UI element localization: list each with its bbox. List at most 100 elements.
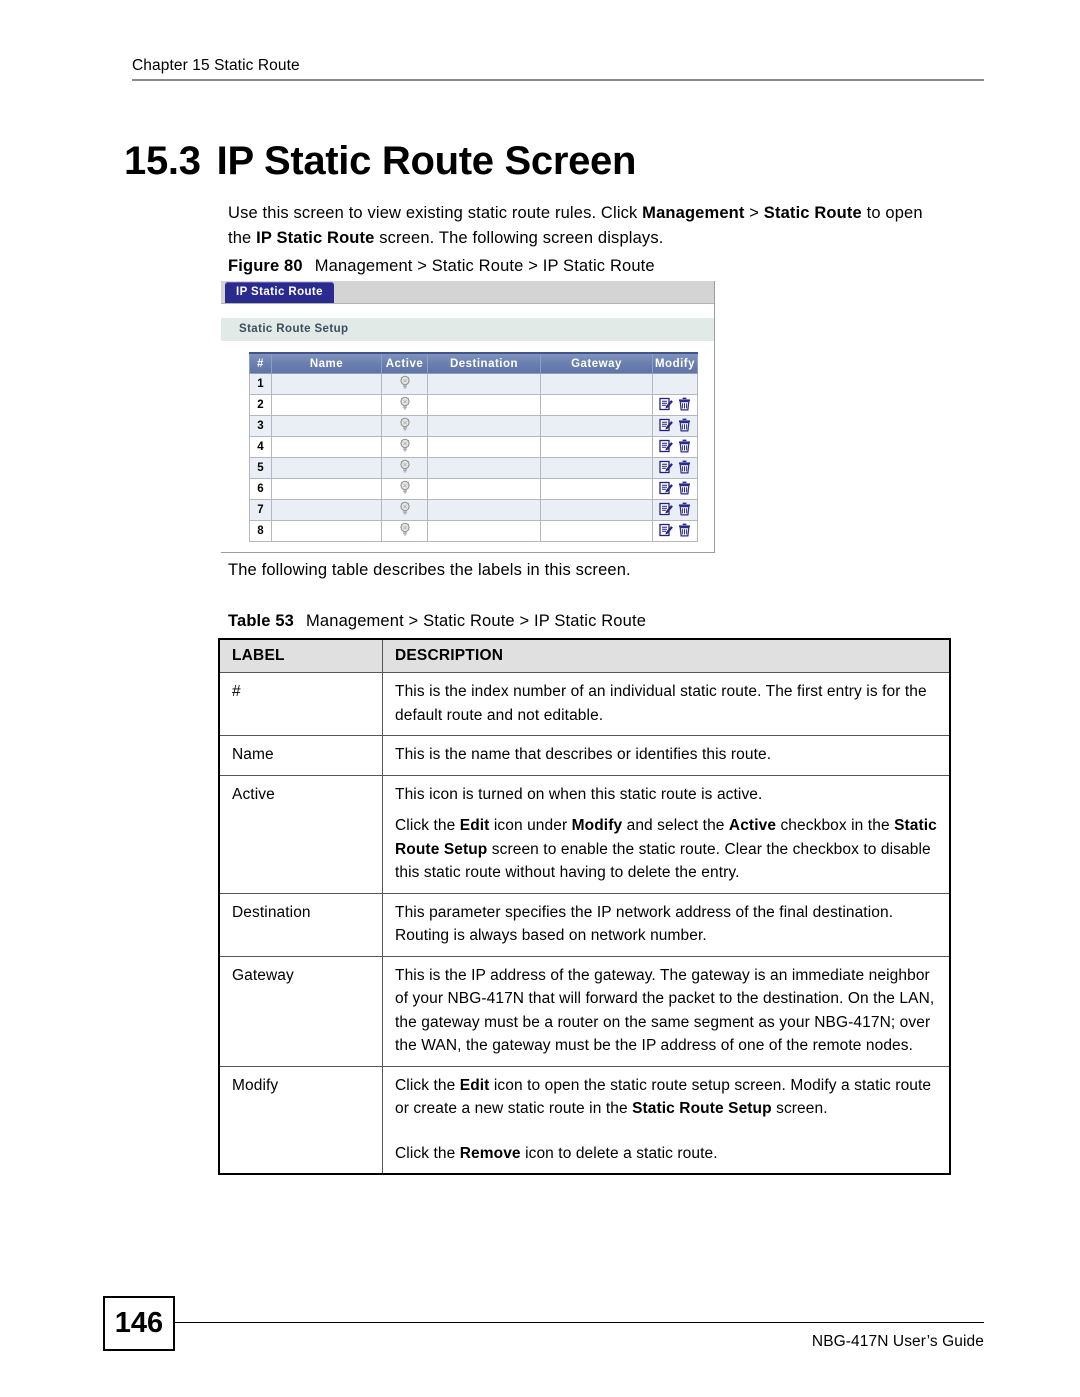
tab-ip-static-route[interactable]: IP Static Route <box>225 282 334 303</box>
edit-button[interactable] <box>659 523 673 540</box>
column-header-destination: Destination <box>427 352 541 374</box>
row-index: 1 <box>249 373 272 395</box>
row-index: 8 <box>249 520 272 542</box>
footer-guide-text: NBG-417N User’s Guide <box>811 1333 984 1350</box>
edit-icon <box>659 460 673 473</box>
table-row: 2 <box>249 394 698 416</box>
row-active-status <box>381 436 428 458</box>
row-gateway <box>540 499 653 521</box>
row-index: 4 <box>249 436 272 458</box>
row-destination <box>427 415 541 437</box>
column-header-active: Active <box>381 352 428 374</box>
lightbulb-icon <box>399 459 410 473</box>
edit-icon <box>659 523 673 536</box>
row-modify-actions <box>652 478 698 500</box>
row-index: 2 <box>249 394 272 416</box>
table-row: Destination This parameter specifies the… <box>219 892 950 956</box>
table-row: Active This icon is turned on when this … <box>219 774 950 814</box>
edit-button[interactable] <box>659 502 673 519</box>
row-label-gateway: Gateway <box>219 955 383 1066</box>
row-gateway <box>540 394 653 416</box>
row-active-status <box>381 457 428 479</box>
trash-icon <box>679 481 690 494</box>
trash-icon <box>679 460 690 473</box>
edit-button[interactable] <box>659 418 673 435</box>
footer-divider <box>175 1322 984 1323</box>
edit-icon <box>659 418 673 431</box>
bold-active: Active <box>728 817 777 834</box>
desc-header-row: LABEL DESCRIPTION <box>219 639 950 673</box>
edit-icon <box>659 439 673 452</box>
table-header-row: # Name Active Destination Gateway Modify <box>249 352 698 374</box>
txt: screen. <box>771 1100 828 1117</box>
lightbulb-icon <box>399 438 410 452</box>
remove-button[interactable] <box>678 502 691 519</box>
page-title: 15.3 IP Static Route Screen <box>124 139 636 184</box>
row-label-active: Active <box>219 774 383 814</box>
remove-button[interactable] <box>678 397 691 414</box>
txt: Click the <box>395 1144 460 1162</box>
trash-icon <box>679 418 690 431</box>
row-description-name: This is the name that describes or ident… <box>382 735 950 775</box>
row-label-name: Name <box>219 735 383 775</box>
figure-caption: Figure 80 Management > Static Route > IP … <box>228 257 655 276</box>
row-destination <box>427 499 541 521</box>
edit-button[interactable] <box>659 460 673 477</box>
edit-button[interactable] <box>659 439 673 456</box>
row-index: 6 <box>249 478 272 500</box>
row-gateway <box>540 457 653 479</box>
row-description-active: This icon is turned on when this static … <box>382 774 950 814</box>
remove-button[interactable] <box>678 439 691 456</box>
table-row: # This is the index number of an individ… <box>219 672 950 736</box>
row-name <box>271 499 382 521</box>
label-description-table: LABEL DESCRIPTION # This is the index nu… <box>218 638 951 1175</box>
table-row: Gateway This is the IP address of the ga… <box>219 955 950 1066</box>
row-gateway <box>540 436 653 458</box>
txt: Click the <box>395 817 460 834</box>
trash-icon <box>679 397 690 410</box>
row-modify-actions <box>652 373 698 395</box>
device-screenshot-panel: IP Static Route Static Route Setup # Nam… <box>221 281 715 553</box>
bold-edit: Edit <box>459 817 490 834</box>
row-index: 5 <box>249 457 272 479</box>
edit-icon <box>659 397 673 410</box>
desc-column-header-label: LABEL <box>219 639 383 673</box>
row-description-destination: This parameter specifies the IP network … <box>382 892 950 956</box>
row-name <box>271 520 382 542</box>
bold-static-route-setup: Static Route Setup <box>632 1100 772 1117</box>
edit-icon <box>659 481 673 494</box>
section-number: 15.3 <box>124 138 201 183</box>
intro-bold-management: Management <box>642 203 745 222</box>
describe-line: The following table describes the labels… <box>228 561 631 579</box>
edit-button[interactable] <box>659 397 673 414</box>
table-row: 4 <box>249 436 698 458</box>
row-destination <box>427 394 541 416</box>
row-name <box>271 415 382 437</box>
edit-button[interactable] <box>659 481 673 498</box>
intro-text-2: > <box>744 203 764 222</box>
remove-button[interactable] <box>678 523 691 540</box>
table-row: Modify Click the Edit icon to open the s… <box>219 1065 950 1174</box>
remove-button[interactable] <box>678 418 691 435</box>
row-description-gateway: This is the IP address of the gateway. T… <box>382 955 950 1066</box>
row-label-active-cont <box>219 814 383 893</box>
table-row: 7 <box>249 499 698 521</box>
row-destination <box>427 436 541 458</box>
remove-button[interactable] <box>678 460 691 477</box>
row-active-status <box>381 478 428 500</box>
row-description-index: This is the index number of an individua… <box>382 672 950 736</box>
figure-title: Management > Static Route > IP Static Ro… <box>314 257 655 275</box>
bold-remove: Remove <box>459 1144 521 1162</box>
txt: icon to delete a static route. <box>520 1144 718 1162</box>
lightbulb-icon <box>399 396 410 410</box>
edit-icon <box>659 502 673 515</box>
trash-icon <box>679 523 690 536</box>
remove-button[interactable] <box>678 481 691 498</box>
static-route-table: # Name Active Destination Gateway Modify… <box>249 352 698 542</box>
row-modify-actions <box>652 520 698 542</box>
column-header-gateway: Gateway <box>540 352 653 374</box>
row-gateway <box>540 415 653 437</box>
row-name <box>271 436 382 458</box>
row-index: 3 <box>249 415 272 437</box>
table-title: Management > Static Route > IP Static Ro… <box>306 612 647 630</box>
